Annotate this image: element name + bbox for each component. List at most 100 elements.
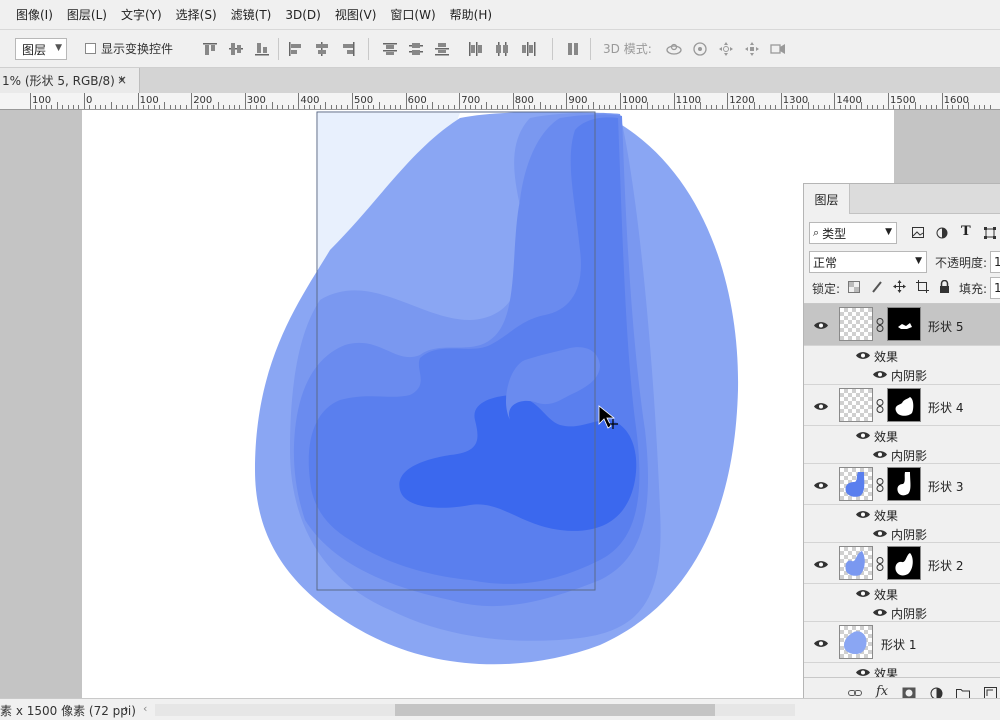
layer-row-shape-2[interactable]: 形状 2 [804,542,1000,584]
distribute-hcenter-icon[interactable] [494,42,510,56]
scroll-left-icon[interactable]: ‹ [143,702,147,715]
lock-all-icon[interactable] [939,280,950,293]
toolbar-divider [368,38,369,60]
auto-select-dropdown[interactable]: 图层 ▼ [15,38,67,60]
inner-shadow-row[interactable]: 内阴影 [804,445,1000,464]
vector-mask-thumbnail[interactable] [887,546,921,580]
auto-align-icon[interactable] [565,42,581,56]
link-icon[interactable] [876,318,884,332]
lock-pixels-icon[interactable] [871,280,883,293]
ruler-tick [46,105,48,109]
slide-3d-icon[interactable] [744,42,760,56]
opacity-input[interactable]: 1 [990,251,1000,273]
menu-window[interactable]: 窗口(W) [390,6,435,23]
ruler-tick [234,105,236,109]
close-icon[interactable]: × [117,73,127,87]
lock-artboard-icon[interactable] [916,280,929,293]
type-filter-icon[interactable]: T [961,224,971,239]
align-top-icon[interactable] [202,42,218,56]
artwork[interactable] [0,110,803,698]
menu-3d[interactable]: 3D(D) [285,8,320,22]
effects-row[interactable]: 效果 [804,426,1000,445]
align-vcenter-icon[interactable] [228,42,244,56]
orbit-3d-icon[interactable] [666,42,682,56]
layer-name[interactable]: 形状 1 [881,636,916,653]
align-right-icon[interactable] [340,42,356,56]
distribute-right-icon[interactable] [520,42,536,56]
lock-transparent-icon[interactable] [848,281,860,293]
vector-mask-thumbnail[interactable] [887,467,921,501]
eye-icon[interactable] [856,589,870,598]
layer-name[interactable]: 形状 3 [928,478,963,495]
align-bottom-icon[interactable] [254,42,270,56]
layer-row-shape-5[interactable]: 形状 5 [804,304,1000,346]
inner-shadow-row[interactable]: 内阴影 [804,365,1000,384]
eye-icon[interactable] [856,351,870,360]
effects-row[interactable]: 效果 [804,346,1000,365]
layer-name[interactable]: 形状 4 [928,399,963,416]
layer-row-shape-3[interactable]: 形状 3 [804,463,1000,505]
layer-name[interactable]: 形状 2 [928,557,963,574]
distribute-left-icon[interactable] [468,42,484,56]
align-hcenter-icon[interactable] [314,42,330,56]
inner-shadow-row[interactable]: 内阴影 [804,603,1000,622]
effects-row[interactable]: 效果 [804,584,1000,603]
pan-3d-icon[interactable] [718,42,734,56]
vector-mask-thumbnail[interactable] [887,307,921,341]
layer-row-shape-1[interactable]: 形状 1 [804,621,1000,663]
menu-view[interactable]: 视图(V) [335,6,377,23]
eye-icon[interactable] [814,321,828,330]
blend-mode-dropdown[interactable]: 正常 ▼ [809,251,927,273]
eye-icon[interactable] [814,639,828,648]
eye-icon[interactable] [814,481,828,490]
distribute-bottom-icon[interactable] [434,42,450,56]
ruler-tick [807,102,809,109]
scrollbar-thumb[interactable] [395,704,715,716]
roll-3d-icon[interactable] [692,42,708,56]
eye-icon[interactable] [814,560,828,569]
menu-type[interactable]: 文字(Y) [121,6,162,23]
link-icon[interactable] [876,399,884,413]
camera-3d-icon[interactable] [770,42,786,56]
show-transform-checkbox[interactable] [85,43,96,54]
menu-image[interactable]: 图像(I) [16,6,53,23]
menu-select[interactable]: 选择(S) [176,6,217,23]
fill-input[interactable]: 1 [990,277,1000,299]
shape-filter-icon[interactable] [984,227,996,239]
vector-mask-thumbnail[interactable] [887,388,921,422]
image-filter-icon[interactable] [912,227,924,238]
layer-filter-dropdown[interactable]: ⌕ 类型 ▼ [809,222,897,244]
horizontal-scrollbar[interactable] [155,704,795,716]
chevron-right-icon[interactable]: › [124,702,128,715]
eye-icon[interactable] [873,529,887,538]
fx-icon[interactable]: fx [876,684,888,699]
menu-filter[interactable]: 滤镜(T) [231,6,272,23]
lock-position-icon[interactable] [893,280,906,293]
eye-icon[interactable] [873,370,887,379]
link-layers-icon[interactable] [848,688,862,698]
effects-row[interactable]: 效果 [804,505,1000,524]
link-icon[interactable] [876,557,884,571]
horizontal-ruler[interactable]: 100 0 100 200 300 400 500 600 700 800 900 1000 1100 1… [0,93,1000,110]
eye-icon[interactable] [856,510,870,519]
ruler-tick [121,105,123,109]
distribute-vcenter-icon[interactable] [408,42,424,56]
adjustment-filter-icon[interactable] [936,227,948,239]
align-left-icon[interactable] [288,42,304,56]
layer-name[interactable]: 形状 5 [928,318,963,335]
tab-layers[interactable]: 图层 [804,184,850,214]
document-tab[interactable]: 1% (形状 5, RGB/8) * × [0,68,140,93]
eye-icon[interactable] [873,608,887,617]
eye-icon[interactable] [873,450,887,459]
document-info[interactable]: 素 x 1500 像素 (72 ppi) [0,702,136,719]
distribute-top-icon[interactable] [382,42,398,56]
inner-shadow-row[interactable]: 内阴影 [804,524,1000,543]
eye-icon[interactable] [814,402,828,411]
layer-row-shape-4[interactable]: 形状 4 [804,384,1000,426]
ruler-tick [271,102,273,109]
menu-help[interactable]: 帮助(H) [450,6,492,23]
eye-icon[interactable] [856,668,870,677]
menu-layer[interactable]: 图层(L) [67,6,107,23]
link-icon[interactable] [876,478,884,492]
eye-icon[interactable] [856,431,870,440]
